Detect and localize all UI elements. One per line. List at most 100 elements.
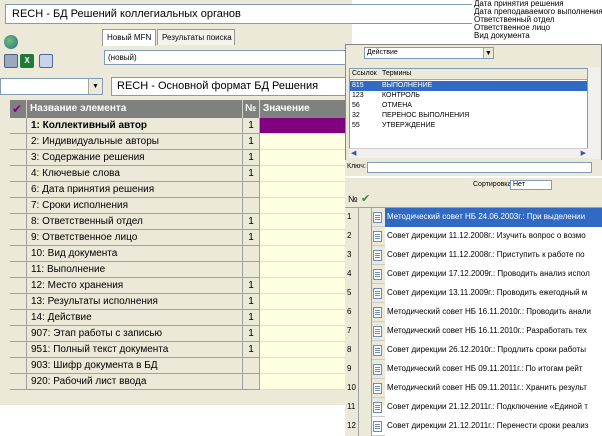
row-check[interactable]	[10, 374, 27, 390]
table-row[interactable]: 7: Сроки исполнения	[10, 198, 352, 214]
list-item[interactable]: 4 Совет дирекции 17.12.2009г.: Проводить …	[345, 265, 602, 284]
doc-check[interactable]	[359, 322, 372, 341]
element-value[interactable]	[260, 294, 352, 310]
list-item[interactable]: 11 Совет дирекции 21.12.2011г.: Подключен…	[345, 398, 602, 417]
excel-icon[interactable]: X	[20, 54, 34, 68]
doc-check[interactable]	[359, 265, 372, 284]
row-check[interactable]	[10, 134, 27, 150]
table-row[interactable]: 11: Выполнение	[10, 262, 352, 278]
element-value[interactable]	[260, 150, 352, 166]
row-check[interactable]	[10, 342, 27, 358]
row-check[interactable]	[10, 358, 27, 374]
sort-select[interactable]: Нет	[510, 180, 552, 190]
doc-check[interactable]	[359, 341, 372, 360]
list-item[interactable]: 8 Совет дирекции 26.12.2010г.: Продлить с…	[345, 341, 602, 360]
tab-search-results[interactable]: Результаты поиска	[157, 29, 235, 45]
doc-check[interactable]	[359, 227, 372, 246]
row-check[interactable]	[10, 150, 27, 166]
row-check[interactable]	[10, 214, 27, 230]
element-value[interactable]	[260, 166, 352, 182]
element-value[interactable]	[260, 342, 352, 358]
arrow-left-icon[interactable]: ◀	[351, 149, 356, 157]
term-row[interactable]: 123 КОНТРОЛЬ	[350, 91, 587, 101]
terms-field-select[interactable]: Действие ▼	[364, 47, 494, 59]
chevron-down-icon[interactable]: ▼	[483, 48, 493, 58]
element-value[interactable]	[260, 246, 352, 262]
element-value[interactable]	[260, 214, 352, 230]
table-row[interactable]: 10: Вид документа	[10, 246, 352, 262]
element-value[interactable]	[260, 358, 352, 374]
doc-check[interactable]	[359, 208, 372, 227]
table-row[interactable]: 951: Полный текст документа 1	[10, 342, 352, 358]
element-value[interactable]	[260, 374, 352, 390]
list-item[interactable]: 9 Методический совет НБ 09.11.2011г.: По …	[345, 360, 602, 379]
table-row[interactable]: 1: Коллективный автор 1	[10, 118, 352, 134]
list-item[interactable]: 1 Методический совет НБ 24.06.2003г.: При…	[345, 208, 602, 227]
row-check[interactable]	[10, 262, 27, 278]
table-row[interactable]: 4: Ключевые слова 1	[10, 166, 352, 182]
list-item[interactable]: 5 Совет дирекции 13.11.2009г.: Проводить …	[345, 284, 602, 303]
doc-check[interactable]	[359, 360, 372, 379]
table-row[interactable]: 8: Ответственный отдел 1	[10, 214, 352, 230]
globe-icon[interactable]	[4, 35, 18, 49]
record-select[interactable]: (новый)	[104, 50, 348, 65]
doc-check[interactable]	[359, 417, 372, 436]
list-item[interactable]: 2 Совет дирекции 11.12.2008г.: Изучить во…	[345, 227, 602, 246]
element-value[interactable]	[260, 198, 352, 214]
row-check[interactable]	[10, 198, 27, 214]
row-check[interactable]	[10, 166, 27, 182]
table-row[interactable]: 903: Шифр документа в БД	[10, 358, 352, 374]
database-title-field[interactable]: RECH - БД Решений коллегиальных органов	[5, 4, 495, 24]
term-row[interactable]: 32 ПЕРЕНОС ВЫПОЛНЕНИЯ	[350, 111, 587, 121]
element-value[interactable]	[260, 262, 352, 278]
table-row[interactable]: 14: Действие 1	[10, 310, 352, 326]
list-item[interactable]: 12 Совет дирекции 21.12.2011г.: Перенести…	[345, 417, 602, 436]
list-item[interactable]: 6 Методический совет НБ 16.11.2010г.: Про…	[345, 303, 602, 322]
row-check[interactable]	[10, 294, 27, 310]
row-check[interactable]	[10, 326, 27, 342]
table-row[interactable]: 3: Содержание решения 1	[10, 150, 352, 166]
print-icon[interactable]	[4, 54, 18, 68]
element-value[interactable]	[260, 326, 352, 342]
table-row[interactable]: 2: Индивидуальные авторы 1	[10, 134, 352, 150]
term-row[interactable]: 815 ВЫПОЛНЕНИЕ	[350, 81, 587, 91]
element-value[interactable]	[260, 230, 352, 246]
element-value[interactable]	[260, 278, 352, 294]
menu-item[interactable]: Вид документа	[474, 32, 602, 40]
table-row[interactable]: 9: Ответственное лицо 1	[10, 230, 352, 246]
table-row[interactable]: 12: Место хранения 1	[10, 278, 352, 294]
row-check[interactable]	[10, 278, 27, 294]
table-row[interactable]: 13: Результаты исполнения 1	[10, 294, 352, 310]
terms-horizontal-scrollbar[interactable]: ◀ ▶	[349, 148, 588, 158]
table-row[interactable]: 6: Дата принятия решения	[10, 182, 352, 198]
settings-icon[interactable]	[39, 54, 53, 68]
term-row[interactable]: 56 ОТМЕНА	[350, 101, 587, 111]
row-check[interactable]	[10, 182, 27, 198]
table-row[interactable]: 907: Этап работы с записью 1	[10, 326, 352, 342]
row-check[interactable]	[10, 246, 27, 262]
element-value[interactable]	[260, 134, 352, 150]
doc-check[interactable]	[359, 398, 372, 417]
term-row[interactable]: 55 УТВЕРЖДЕНИЕ	[350, 121, 587, 131]
key-input[interactable]	[367, 162, 592, 173]
terms-vertical-scrollbar[interactable]	[588, 67, 600, 159]
arrow-right-icon[interactable]: ▶	[581, 149, 586, 157]
doc-check[interactable]	[359, 246, 372, 265]
element-value[interactable]	[260, 118, 352, 134]
list-item[interactable]: 10 Методический совет НБ 09.11.2011г.: Хр…	[345, 379, 602, 398]
row-check[interactable]	[10, 310, 27, 326]
doc-check[interactable]	[359, 284, 372, 303]
row-check[interactable]	[10, 118, 27, 134]
element-value[interactable]	[260, 182, 352, 198]
doc-check[interactable]	[359, 303, 372, 322]
element-value[interactable]	[260, 310, 352, 326]
chevron-down-icon[interactable]: ▼	[88, 79, 102, 94]
table-row[interactable]: 920: Рабочий лист ввода	[10, 374, 352, 390]
list-item[interactable]: 3 Совет дирекции 11.12.2008г.: Приступить…	[345, 246, 602, 265]
format-field[interactable]: RECH - Основной формат БД Решения	[111, 77, 356, 96]
tab-new-mfn[interactable]: Новый MFN	[102, 29, 156, 46]
doc-check[interactable]	[359, 379, 372, 398]
list-item[interactable]: 7 Методический совет НБ 16.11.2010г.: Раз…	[345, 322, 602, 341]
row-check[interactable]	[10, 230, 27, 246]
database-combo[interactable]: ▼	[0, 78, 103, 95]
